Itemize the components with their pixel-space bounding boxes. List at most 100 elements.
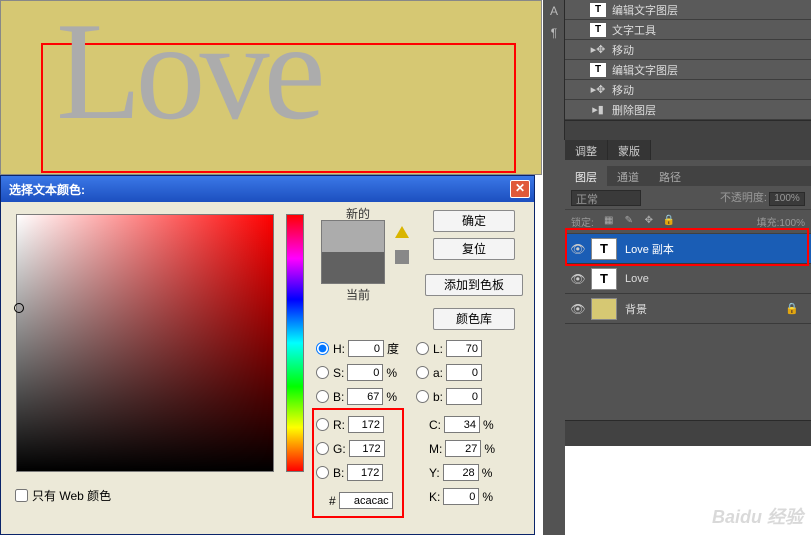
history-label: 删除图层: [612, 102, 656, 118]
bv-unit: %: [386, 390, 404, 404]
visibility-icon[interactable]: 👁: [565, 242, 591, 256]
history-label: 文字工具: [612, 22, 656, 38]
r-row: R:: [316, 416, 384, 433]
a-input[interactable]: [446, 364, 482, 381]
s-input[interactable]: [347, 364, 383, 381]
layer-options-row: 正常 不透明度:100%: [565, 186, 811, 210]
r-radio[interactable]: [316, 418, 329, 431]
layer-name: 背景: [625, 301, 647, 317]
history-item[interactable]: ▸✥移动: [565, 40, 811, 60]
lab-b-radio[interactable]: [416, 390, 429, 403]
web-only-label: 只有 Web 颜色: [32, 487, 111, 504]
a-label: a:: [433, 366, 443, 380]
k-label: K:: [429, 490, 440, 504]
tab-channels[interactable]: 通道: [607, 166, 649, 186]
fill-value[interactable]: 100%: [779, 218, 805, 229]
new-color[interactable]: [322, 221, 384, 252]
reset-button[interactable]: 复位: [433, 238, 515, 260]
history-label: 移动: [612, 42, 634, 58]
panel-tool-strip: A ¶: [543, 0, 565, 140]
tab-layers[interactable]: 图层: [565, 166, 607, 186]
bv-radio[interactable]: [316, 390, 329, 403]
history-item[interactable]: T文字工具: [565, 20, 811, 40]
m-input[interactable]: [445, 440, 481, 457]
s-row: S:%: [316, 364, 404, 381]
dialog-titlebar[interactable]: 选择文本颜色: ✕: [1, 176, 534, 202]
history-item[interactable]: ▸▮删除图层: [565, 100, 811, 120]
l-row: L:: [416, 340, 482, 357]
layers-tabstrip: 图层 通道 路径: [565, 166, 811, 186]
h-input[interactable]: [348, 340, 384, 357]
s-radio[interactable]: [316, 366, 329, 379]
k-unit: %: [482, 490, 500, 504]
lab-b-input[interactable]: [446, 388, 482, 405]
lock-trans-icon[interactable]: ▦: [602, 215, 616, 229]
char-panel-icon[interactable]: A: [543, 0, 565, 22]
b2-radio[interactable]: [316, 466, 329, 479]
tab-adjustments[interactable]: 调整: [565, 140, 608, 160]
ok-button[interactable]: 确定: [433, 210, 515, 232]
history-item[interactable]: T编辑文字图层: [565, 60, 811, 80]
bv-row: B:%: [316, 388, 404, 405]
g-label: G:: [333, 442, 346, 456]
h-unit: 度: [387, 340, 405, 357]
history-item[interactable]: T编辑文字图层: [565, 0, 811, 20]
adjustments-tabstrip: 调整 蒙版: [565, 140, 811, 160]
blend-mode-select[interactable]: 正常: [571, 190, 641, 206]
tab-paths[interactable]: 路径: [649, 166, 691, 186]
layer-name: Love 副本: [625, 241, 674, 257]
h-row: H: 度: [316, 340, 405, 357]
document-canvas[interactable]: Love: [0, 0, 542, 175]
visibility-icon[interactable]: 👁: [565, 272, 591, 286]
bv-input[interactable]: [347, 388, 383, 405]
color-library-button[interactable]: 颜色库: [433, 308, 515, 330]
y-input[interactable]: [443, 464, 479, 481]
hex-input[interactable]: [339, 492, 393, 509]
layer-row[interactable]: 👁 T Love: [565, 264, 811, 294]
history-label: 移动: [612, 82, 634, 98]
websafe-warning-icon[interactable]: [395, 250, 409, 264]
tab-masks[interactable]: 蒙版: [608, 140, 651, 160]
h-label: H:: [333, 342, 345, 356]
web-only-checkbox[interactable]: [15, 489, 28, 502]
k-input[interactable]: [443, 488, 479, 505]
bv-label: B:: [333, 390, 344, 404]
b2-input[interactable]: [347, 464, 383, 481]
visibility-icon[interactable]: 👁: [565, 302, 591, 316]
lock-pixel-icon[interactable]: ✎: [622, 215, 636, 229]
g-radio[interactable]: [316, 442, 329, 455]
current-color[interactable]: [322, 252, 384, 283]
r-input[interactable]: [348, 416, 384, 433]
m-row: M:%: [429, 440, 502, 457]
hue-slider[interactable]: [286, 214, 304, 472]
a-row: a:: [416, 364, 482, 381]
c-input[interactable]: [444, 416, 480, 433]
history-panel: T编辑文字图层 T文字工具 ▸✥移动 T编辑文字图层 ▸✥移动 ▸▮删除图层: [565, 0, 811, 130]
layer-row[interactable]: 👁 背景 🔒: [565, 294, 811, 324]
l-radio[interactable]: [416, 342, 429, 355]
layer-row[interactable]: 👁 T Love 副本: [565, 234, 811, 264]
opacity-value[interactable]: 100%: [769, 192, 805, 206]
g-input[interactable]: [349, 440, 385, 457]
gamut-warning-icon[interactable]: [395, 226, 409, 238]
lab-b-label: b:: [433, 390, 443, 404]
r-label: R:: [333, 418, 345, 432]
opacity-label: 不透明度:: [720, 192, 767, 204]
para-panel-icon[interactable]: ¶: [543, 22, 565, 44]
a-radio[interactable]: [416, 366, 429, 379]
c-row: C:%: [429, 416, 501, 433]
close-icon[interactable]: ✕: [510, 180, 530, 198]
add-swatch-button[interactable]: 添加到色板: [425, 274, 523, 296]
hex-row: #: [329, 492, 393, 509]
current-color-label: 当前: [346, 286, 370, 303]
l-input[interactable]: [446, 340, 482, 357]
web-only-checkbox-row: 只有 Web 颜色: [15, 487, 111, 504]
lock-all-icon[interactable]: 🔒: [662, 215, 676, 229]
canvas-text[interactable]: Love: [56, 0, 320, 152]
lock-move-icon[interactable]: ✥: [642, 215, 656, 229]
color-field[interactable]: [16, 214, 274, 472]
hex-label: #: [329, 494, 336, 508]
h-radio[interactable]: [316, 342, 329, 355]
layers-footer: [565, 420, 811, 446]
history-item[interactable]: ▸✥移动: [565, 80, 811, 100]
